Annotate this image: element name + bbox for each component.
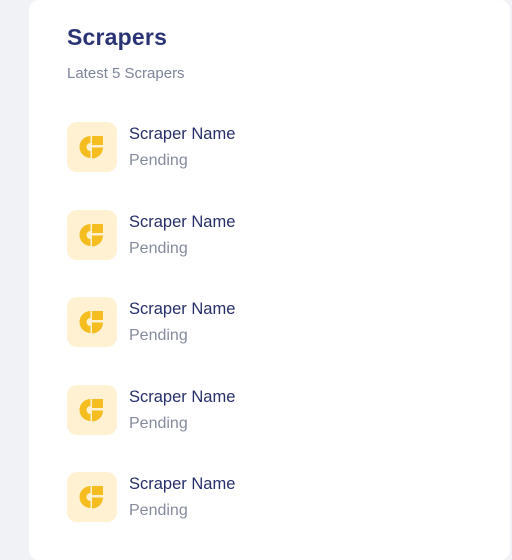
scraper-logo-icon xyxy=(67,122,117,172)
scraper-list-item[interactable]: Scraper Name Pending xyxy=(67,472,467,560)
scraper-texts: Scraper Name Pending xyxy=(129,297,235,347)
scraper-status: Pending xyxy=(129,327,188,344)
scraper-list-item[interactable]: Scraper Name Pending xyxy=(67,297,467,385)
scraper-logo-icon xyxy=(67,297,117,347)
scraper-logo-icon xyxy=(67,384,117,435)
scraper-list-item[interactable]: Scraper Name Pending xyxy=(67,122,467,210)
scrapers-card: Scrapers Latest 5 Scrapers Scraper Name … xyxy=(29,0,510,560)
scraper-name: Scraper Name xyxy=(129,212,236,231)
scraper-name: Scraper Name xyxy=(129,125,236,143)
scraper-texts: Scraper Name Pending xyxy=(129,122,235,172)
card-title: Scrapers xyxy=(67,24,168,50)
scraper-status: Pending xyxy=(129,414,188,432)
scraper-logo-icon xyxy=(67,472,117,522)
card-subtitle: Latest 5 Scrapers xyxy=(67,65,185,82)
scraper-name: Scraper Name xyxy=(129,387,236,406)
scraper-status: Pending xyxy=(129,239,188,257)
scraper-name: Scraper Name xyxy=(129,475,236,493)
scraper-texts: Scraper Name Pending xyxy=(129,385,235,435)
scraper-logo-icon xyxy=(67,209,117,260)
scraper-status: Pending xyxy=(129,502,188,519)
scraper-name: Scraper Name xyxy=(129,300,236,318)
scraper-list-item[interactable]: Scraper Name Pending xyxy=(67,384,467,473)
scraper-list-item[interactable]: Scraper Name Pending xyxy=(67,209,467,298)
scraper-list: Scraper Name Pending Scraper Name Pendin… xyxy=(67,122,467,560)
scraper-texts: Scraper Name Pending xyxy=(129,210,235,260)
scraper-texts: Scraper Name Pending xyxy=(129,472,235,522)
scraper-status: Pending xyxy=(129,152,188,169)
